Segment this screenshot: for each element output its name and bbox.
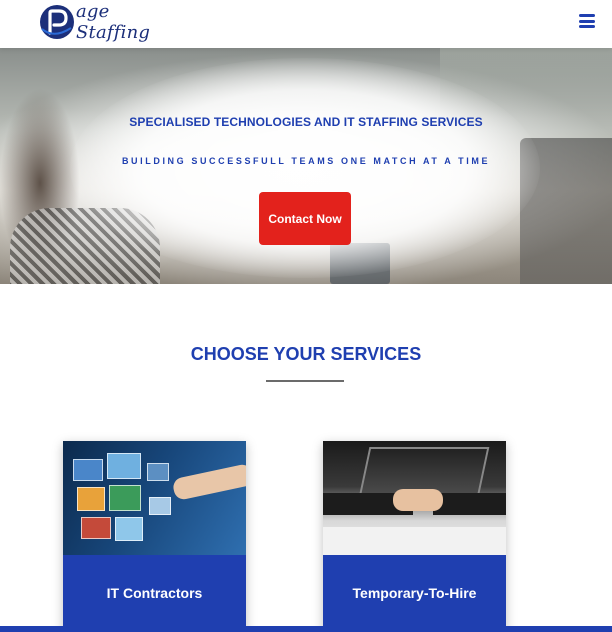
service-card-label: Temporary-To-Hire [352, 584, 477, 601]
service-card-it-contractors[interactable]: IT Contractors [63, 441, 246, 632]
hero-subtitle: BUILDING SUCCESSFULL TEAMS ONE MATCH AT … [121, 156, 491, 166]
digital-screens-hand-image [63, 441, 246, 555]
service-card-label: IT Contractors [106, 584, 203, 601]
hero-title: SPECIALISED TECHNOLOGIES AND IT STAFFING… [129, 115, 483, 129]
hamburger-menu-icon[interactable] [578, 14, 596, 32]
hero-cloud-overlay [70, 58, 540, 278]
site-logo[interactable]: age Staffing [38, 1, 178, 43]
services-section-title: CHOOSE YOUR SERVICES [190, 344, 422, 364]
contact-now-button[interactable]: Contact Now [259, 192, 351, 245]
bottom-edge-strip [0, 626, 612, 632]
page-staffing-logo-icon [38, 3, 76, 41]
hero-banner: SPECIALISED TECHNOLOGIES AND IT STAFFING… [0, 48, 612, 284]
service-card-temporary-to-hire[interactable]: Temporary-To-Hire [323, 441, 506, 632]
section-divider [266, 380, 344, 382]
top-navbar: age Staffing [0, 0, 612, 48]
handshake-laptop-image [323, 441, 506, 555]
logo-text: age Staffing [76, 1, 151, 43]
